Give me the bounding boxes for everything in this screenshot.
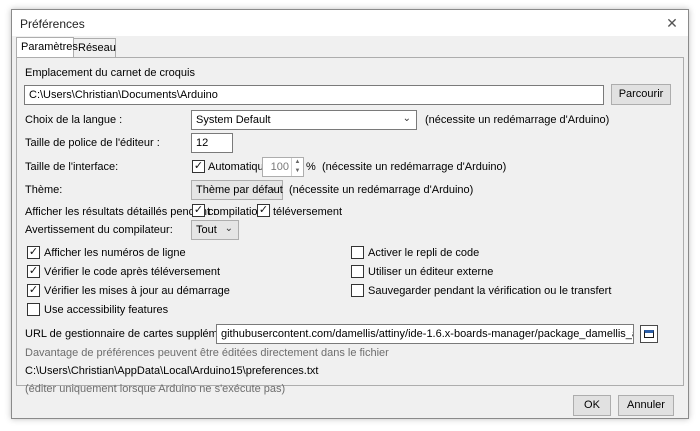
warnings-select[interactable]: Tout ⌄: [191, 220, 239, 240]
line-numbers-checkbox[interactable]: [27, 246, 40, 259]
check-updates-checkbox[interactable]: [27, 284, 40, 297]
close-icon[interactable]: ✕: [662, 13, 682, 33]
theme-label: Thème:: [25, 184, 63, 196]
language-label: Choix de la langue :: [25, 114, 123, 126]
cancel-button[interactable]: Annuler: [618, 395, 674, 416]
accessibility-checkbox[interactable]: [27, 303, 40, 316]
tab-parametres[interactable]: Paramètres: [16, 37, 78, 57]
save-on-verify-label: Sauvegarder pendant la vérification ou l…: [368, 285, 612, 297]
editor-font-label: Taille de police de l'éditeur :: [25, 137, 160, 149]
sketchbook-path-field[interactable]: C:\Users\Christian\Documents\Arduino: [24, 85, 604, 105]
chevron-down-icon: ⌄: [268, 183, 277, 194]
verbose-upload-checkbox[interactable]: [257, 204, 270, 217]
save-on-verify-checkbox[interactable]: [351, 284, 364, 297]
more-prefs-note: Davantage de préférences peuvent être éd…: [25, 347, 389, 359]
external-editor-label: Utiliser un éditeur externe: [368, 266, 494, 278]
editor-font-size-field[interactable]: 12: [191, 133, 233, 153]
spinner-arrows-icon[interactable]: ▲ ▼: [291, 158, 303, 176]
window-title: Préférences: [20, 17, 85, 31]
interface-size-label: Taille de l'interface:: [25, 161, 119, 173]
line-numbers-label: Afficher les numéros de ligne: [44, 247, 186, 259]
window-icon[interactable]: [640, 325, 658, 343]
chevron-down-icon: ⌄: [402, 113, 411, 124]
theme-note: (nécessite un redémarrage d'Arduino): [289, 184, 474, 196]
external-editor-checkbox[interactable]: [351, 265, 364, 278]
interface-scale-note: (nécessite un redémarrage d'Arduino): [322, 161, 507, 173]
check-updates-label: Vérifier les mises à jour au démarrage: [44, 285, 230, 297]
interface-scale-unit: %: [306, 161, 316, 173]
warnings-label: Avertissement du compilateur:: [25, 224, 173, 236]
boards-url-field[interactable]: githubusercontent.com/damellis/attiny/id…: [216, 324, 634, 344]
auto-scale-checkbox[interactable]: [192, 160, 205, 173]
accessibility-label: Use accessibility features: [44, 304, 169, 316]
tab-reseau[interactable]: Réseau: [73, 38, 116, 57]
prefs-file-path: C:\Users\Christian\AppData\Local\Arduino…: [25, 365, 319, 377]
auto-scale-label: Automatique: [208, 161, 270, 173]
language-select[interactable]: System Default ⌄: [191, 110, 417, 130]
code-folding-label: Activer le repli de code: [368, 247, 480, 259]
language-note: (nécessite un redémarrage d'Arduino): [425, 114, 610, 126]
theme-select[interactable]: Thème par défaut ⌄: [191, 180, 283, 200]
title-bar: Préférences ✕: [12, 10, 688, 36]
interface-scale-value: 100: [270, 161, 289, 173]
prefs-edit-hint: (éditer uniquement lorsque Arduino ne s'…: [25, 383, 286, 395]
verbose-upload-label: téléversement: [273, 206, 343, 218]
verify-upload-label: Vérifier le code après téléversement: [44, 266, 221, 278]
interface-scale-spinner[interactable]: 100 ▲ ▼: [262, 157, 304, 177]
chevron-down-icon: ⌄: [224, 223, 233, 234]
ok-button[interactable]: OK: [573, 395, 611, 416]
browse-button[interactable]: Parcourir: [611, 84, 671, 105]
settings-panel: Emplacement du carnet de croquis C:\User…: [16, 57, 684, 395]
sketchbook-label: Emplacement du carnet de croquis: [25, 67, 195, 79]
verbose-compilation-label: compilation: [208, 206, 264, 218]
code-folding-checkbox[interactable]: [351, 246, 364, 259]
warnings-value: Tout: [196, 224, 217, 236]
verbose-compilation-checkbox[interactable]: [192, 204, 205, 217]
verbose-label: Afficher les résultats détaillés pendant…: [25, 206, 217, 218]
preferences-window: Préférences ✕ Paramètres Réseau Emplacem…: [11, 9, 689, 419]
language-value: System Default: [196, 114, 271, 126]
verify-upload-checkbox[interactable]: [27, 265, 40, 278]
